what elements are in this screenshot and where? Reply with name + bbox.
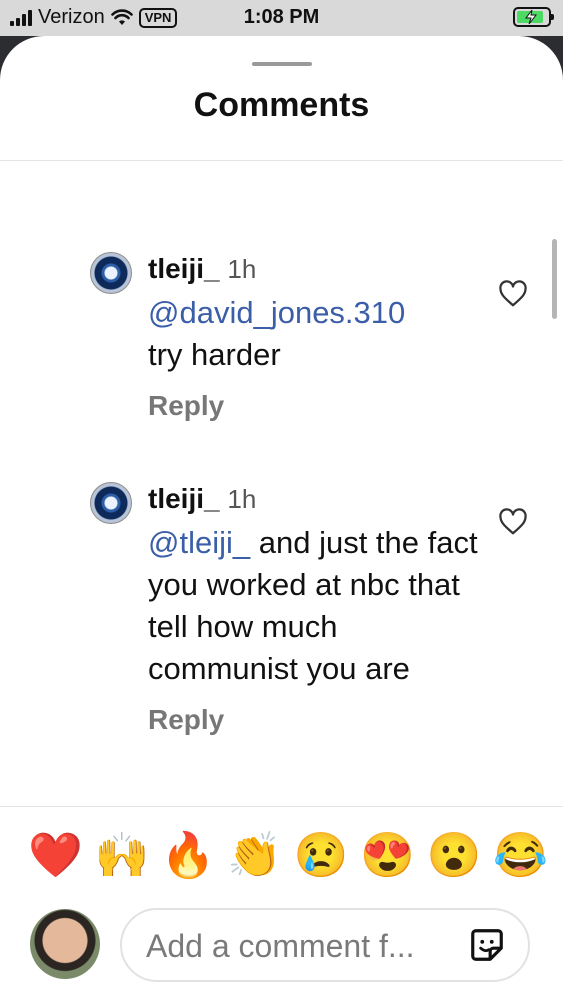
reaction-laughing[interactable]: 😂 bbox=[493, 826, 548, 886]
commenter-avatar[interactable] bbox=[90, 482, 132, 524]
sheet-title: Comments bbox=[193, 86, 370, 124]
status-bar: Verizon VPN 1:08 PM bbox=[0, 0, 563, 36]
header-divider bbox=[0, 160, 563, 161]
reaction-heart-eyes[interactable]: 😍 bbox=[360, 826, 415, 886]
reaction-fire[interactable]: 🔥 bbox=[161, 826, 216, 886]
composer-divider bbox=[0, 806, 563, 807]
comment-mention[interactable]: @david_jones.310 bbox=[148, 295, 405, 330]
reaction-crying[interactable]: 😢 bbox=[294, 826, 349, 886]
like-heart-icon[interactable] bbox=[498, 280, 528, 308]
like-heart-icon[interactable] bbox=[498, 508, 528, 536]
reaction-surprised[interactable]: 😮 bbox=[427, 826, 482, 886]
comment-body: tleiji_ 1h @tleiji_ and just the fact yo… bbox=[148, 482, 478, 736]
comment-username[interactable]: tleiji_ bbox=[148, 483, 220, 514]
comment-text: @david_jones.310 try harder bbox=[148, 292, 478, 376]
quick-reactions-bar: ❤️ 🙌 🔥 👏 😢 😍 😮 😂 bbox=[28, 826, 548, 886]
comment-text: @tleiji_ and just the fact you worked at… bbox=[148, 522, 478, 690]
comment-time: 1h bbox=[227, 254, 257, 284]
sticker-icon[interactable] bbox=[468, 926, 506, 964]
reply-button[interactable]: Reply bbox=[148, 390, 224, 422]
comments-sheet: Comments tleiji_ 1h @david_jones.310 try… bbox=[0, 36, 563, 1000]
comment-time: 1h bbox=[227, 484, 257, 514]
reaction-raised-hands[interactable]: 🙌 bbox=[94, 826, 149, 886]
comment-body: tleiji_ 1h @david_jones.310 try harder R… bbox=[148, 252, 478, 422]
comment-header: tleiji_ 1h bbox=[148, 252, 478, 286]
comment-header: tleiji_ 1h bbox=[148, 482, 478, 516]
current-user-avatar bbox=[30, 909, 100, 979]
battery-icon bbox=[513, 7, 554, 27]
sheet-drag-handle[interactable] bbox=[252, 62, 312, 66]
reaction-heart[interactable]: ❤️ bbox=[28, 826, 83, 886]
comment-message: try harder bbox=[148, 337, 281, 372]
reaction-clapping[interactable]: 👏 bbox=[227, 826, 282, 886]
reply-button[interactable]: Reply bbox=[148, 704, 224, 736]
commenter-avatar[interactable] bbox=[90, 252, 132, 294]
comment-mention[interactable]: @tleiji_ bbox=[148, 525, 250, 560]
comment-username[interactable]: tleiji_ bbox=[148, 253, 220, 284]
comment-input[interactable]: Add a comment f... bbox=[120, 908, 530, 982]
comment-input-placeholder: Add a comment f... bbox=[146, 928, 415, 964]
status-time: 1:08 PM bbox=[243, 6, 320, 28]
scrollbar[interactable] bbox=[552, 239, 557, 319]
